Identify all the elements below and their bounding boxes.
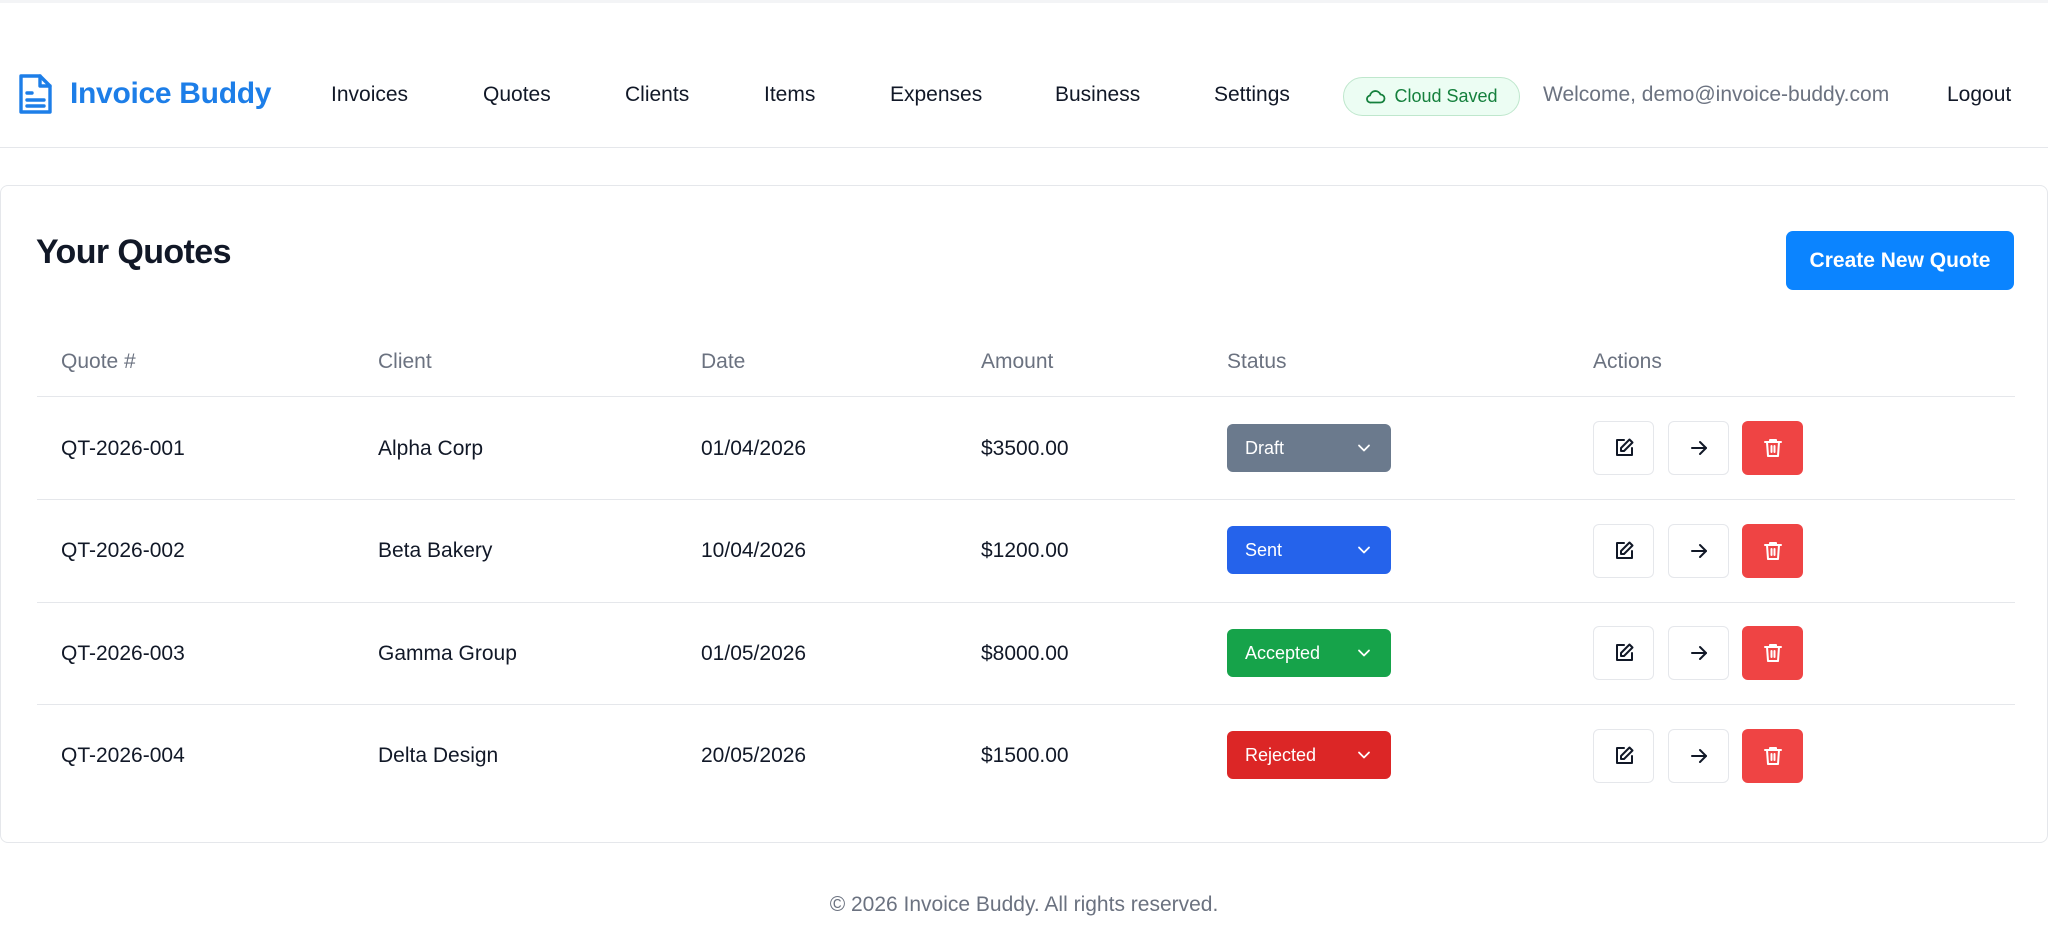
nav-clients[interactable]: Clients <box>625 83 689 107</box>
quote-date: 01/05/2026 <box>701 642 807 665</box>
quote-number: QT-2026-003 <box>61 642 185 665</box>
trash-icon <box>1763 439 1782 457</box>
edit-quote-button[interactable] <box>1593 626 1654 680</box>
quote-amount: $3500.00 <box>981 437 1069 460</box>
column-header-client: Client <box>378 350 432 373</box>
edit-icon <box>1615 541 1633 559</box>
arrow-right-icon <box>1690 544 1707 558</box>
delete-quote-button[interactable] <box>1742 626 1803 680</box>
quote-number: QT-2026-004 <box>61 744 185 767</box>
create-new-quote-button[interactable]: Create New Quote <box>1786 231 2014 290</box>
client-name: Alpha Corp <box>378 437 484 460</box>
quote-amount: $1500.00 <box>981 744 1069 767</box>
document-icon <box>19 74 52 114</box>
status-dropdown[interactable]: Draft <box>1227 424 1391 472</box>
convert-quote-button[interactable] <box>1668 626 1729 680</box>
column-header-quote: Quote # <box>61 350 136 373</box>
chevron-down-icon <box>1358 751 1370 759</box>
arrow-right-icon <box>1690 749 1707 763</box>
convert-quote-button[interactable] <box>1668 524 1729 578</box>
delete-quote-button[interactable] <box>1742 524 1803 578</box>
quote-date: 01/04/2026 <box>701 437 807 460</box>
column-header-amount: Amount <box>981 350 1054 373</box>
client-name: Delta Design <box>378 744 499 767</box>
edit-icon <box>1615 746 1633 764</box>
nav-expenses[interactable]: Expenses <box>890 83 982 107</box>
column-header-actions: Actions <box>1593 350 1662 373</box>
cloud-saved-badge: Cloud Saved <box>1343 77 1520 116</box>
column-header-date: Date <box>701 350 746 373</box>
edit-quote-button[interactable] <box>1593 524 1654 578</box>
chevron-down-icon <box>1358 649 1370 657</box>
arrow-right-icon <box>1690 646 1707 660</box>
arrow-right-icon <box>1690 441 1707 455</box>
edit-quote-button[interactable] <box>1593 729 1654 783</box>
logout-link[interactable]: Logout <box>1947 83 2011 107</box>
nav-items[interactable]: Items <box>764 83 815 107</box>
quote-number: QT-2026-002 <box>61 539 185 562</box>
client-name: Gamma Group <box>378 642 517 665</box>
row-divider <box>37 499 2015 500</box>
cloud-icon <box>1366 90 1386 104</box>
brand-logo-link[interactable]: Invoice Buddy <box>16 72 271 116</box>
quote-date: 20/05/2026 <box>701 744 807 767</box>
quote-number: QT-2026-001 <box>61 437 185 460</box>
quote-date: 10/04/2026 <box>701 539 807 562</box>
trash-icon <box>1763 542 1782 560</box>
quote-amount: $1200.00 <box>981 539 1069 562</box>
nav-business[interactable]: Business <box>1055 83 1140 107</box>
nav-quotes[interactable]: Quotes <box>483 83 551 107</box>
top-navigation-bar: Invoice Buddy Invoices Quotes Clients It… <box>0 0 2048 148</box>
status-dropdown[interactable]: Accepted <box>1227 629 1391 677</box>
edit-icon <box>1615 438 1633 456</box>
chevron-down-icon <box>1358 546 1370 554</box>
header-divider <box>37 396 2015 397</box>
page-title: Your Quotes <box>36 233 232 271</box>
client-name: Beta Bakery <box>378 539 493 562</box>
status-label: Sent <box>1245 539 1283 560</box>
footer-copyright: © 2026 Invoice Buddy. All rights reserve… <box>829 893 1219 916</box>
status-dropdown[interactable]: Sent <box>1227 526 1391 574</box>
column-header-status: Status <box>1227 350 1287 373</box>
cloud-saved-label: Cloud Saved <box>1394 86 1498 106</box>
row-divider <box>37 602 2015 603</box>
status-label: Draft <box>1245 437 1285 458</box>
delete-quote-button[interactable] <box>1742 421 1803 475</box>
chevron-down-icon <box>1358 444 1370 452</box>
quote-amount: $8000.00 <box>981 642 1069 665</box>
brand-name: Invoice Buddy <box>70 77 272 110</box>
status-label: Accepted <box>1245 642 1321 663</box>
trash-icon <box>1763 747 1782 765</box>
nav-invoices[interactable]: Invoices <box>331 83 408 107</box>
edit-icon <box>1615 643 1633 661</box>
trash-icon <box>1763 644 1782 662</box>
delete-quote-button[interactable] <box>1742 729 1803 783</box>
edit-quote-button[interactable] <box>1593 421 1654 475</box>
row-divider <box>37 704 2015 705</box>
convert-quote-button[interactable] <box>1668 421 1729 475</box>
status-label: Rejected <box>1245 744 1317 765</box>
convert-quote-button[interactable] <box>1668 729 1729 783</box>
welcome-text: Welcome, demo@invoice-buddy.com <box>1543 83 1890 106</box>
status-dropdown[interactable]: Rejected <box>1227 731 1391 779</box>
nav-settings[interactable]: Settings <box>1214 83 1290 107</box>
